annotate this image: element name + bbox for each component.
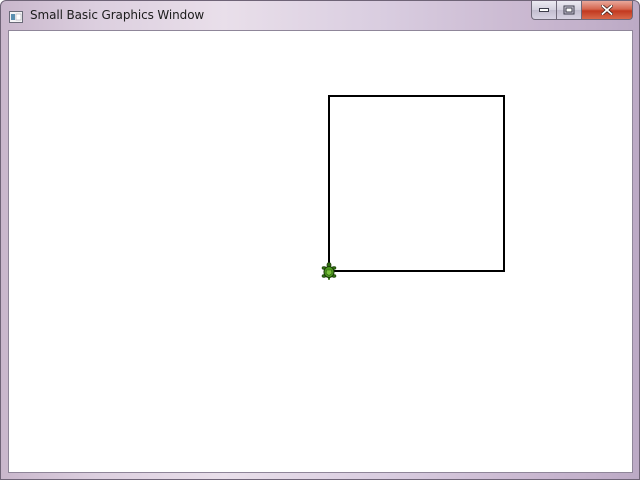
maximize-button[interactable] [557, 1, 582, 20]
graphics-window: Small Basic Graphics Window [0, 0, 640, 480]
close-icon [601, 5, 613, 15]
window-title: Small Basic Graphics Window [30, 8, 205, 22]
minimize-icon [539, 8, 549, 12]
caption-buttons [531, 1, 633, 21]
small-basic-app-icon[interactable] [9, 8, 23, 23]
drawn-square [328, 95, 505, 272]
graphics-canvas-area[interactable] [8, 30, 633, 473]
minimize-button[interactable] [531, 1, 557, 20]
turtle-icon [321, 262, 337, 280]
drawing-canvas[interactable] [9, 31, 632, 472]
title-bar[interactable]: Small Basic Graphics Window [1, 1, 639, 29]
close-button[interactable] [582, 1, 633, 20]
maximize-icon [563, 5, 575, 15]
